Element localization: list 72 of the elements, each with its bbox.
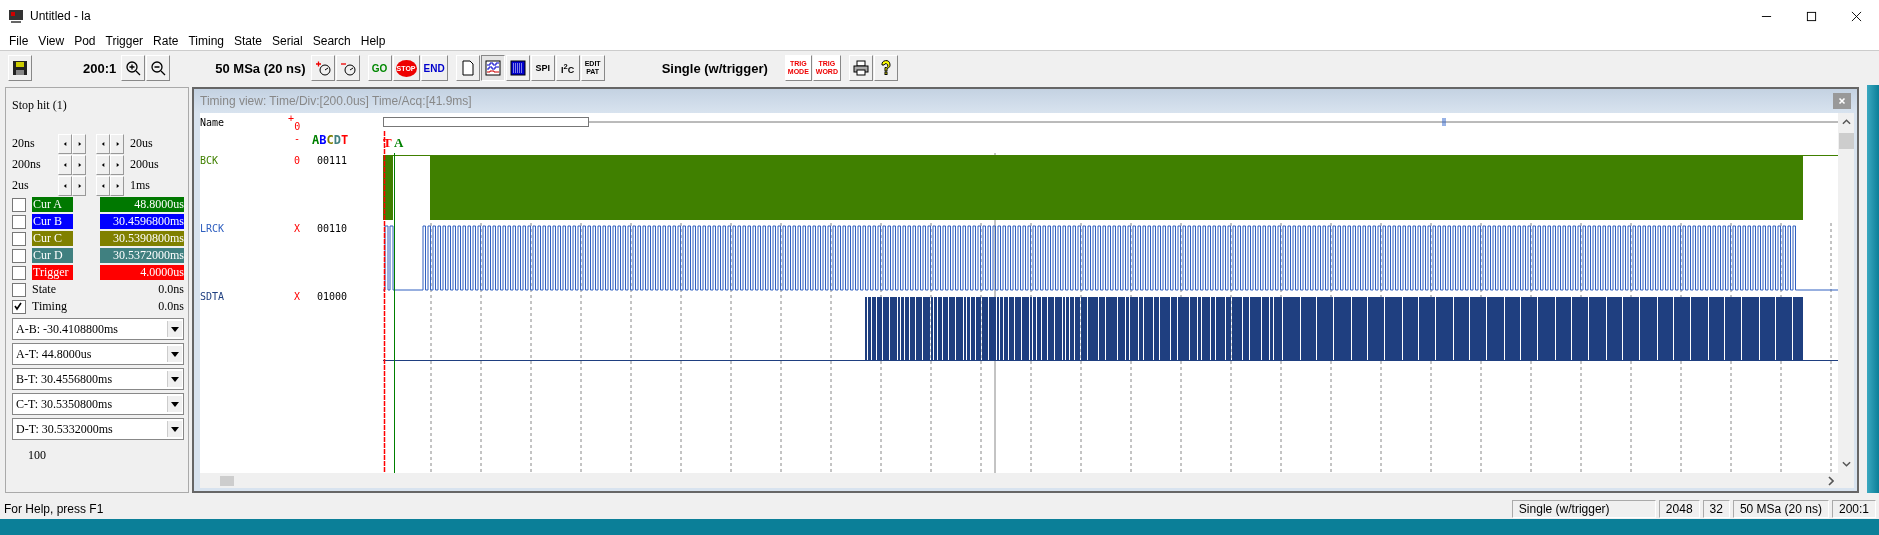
i2c-button[interactable]: I$^{2}$C bbox=[555, 55, 580, 81]
delta-dropdown[interactable]: D-T: 30.5332000ms bbox=[12, 418, 184, 440]
minus-sign: - bbox=[294, 133, 301, 144]
end-button[interactable]: END bbox=[420, 55, 448, 81]
cursor-label: Cur A bbox=[32, 197, 73, 212]
cursor-label: Cur B bbox=[32, 214, 73, 229]
help-hint: For Help, press F1 bbox=[3, 502, 105, 516]
go-button[interactable]: GO bbox=[367, 55, 392, 81]
option-value: 0.0ns bbox=[158, 282, 184, 297]
spi-button[interactable]: SPI bbox=[530, 55, 555, 81]
status-channels: 32 bbox=[1702, 500, 1730, 518]
cursor-marker: T bbox=[383, 135, 392, 150]
name-header: Name bbox=[200, 117, 225, 130]
cursor-letter: D bbox=[333, 133, 341, 147]
cursor-value: 4.0000us bbox=[100, 265, 184, 280]
channel-value: 00110 bbox=[317, 223, 348, 236]
cursor-value: 30.5390800ms bbox=[100, 231, 184, 246]
channel-value: 01000 bbox=[317, 291, 348, 304]
cursor-label: Cur D bbox=[32, 248, 73, 263]
channel-value: 00111 bbox=[317, 155, 348, 168]
menu-item[interactable]: Rate bbox=[148, 34, 184, 48]
menu-item[interactable]: File bbox=[4, 34, 34, 48]
cursor-letter: B bbox=[319, 133, 327, 147]
menu-item[interactable]: Pod bbox=[69, 34, 101, 48]
cursor-letter: T bbox=[340, 133, 349, 147]
cursor-marker: A bbox=[394, 135, 404, 150]
sample-rate: 50 MSa (20 ns) bbox=[215, 60, 306, 76]
option-label: State bbox=[32, 282, 56, 297]
menu-item[interactable]: View bbox=[33, 34, 70, 48]
channel-polarity: X bbox=[294, 291, 302, 304]
delta-dropdown[interactable]: A-T: 44.8000us bbox=[12, 343, 184, 365]
cursor-label: Trigger bbox=[32, 265, 73, 280]
channel-name: LRCK bbox=[200, 223, 226, 236]
menu-item[interactable]: Serial bbox=[267, 34, 308, 48]
channel-name: SDTA bbox=[200, 291, 226, 304]
option-label: Timing bbox=[32, 299, 67, 314]
option-value: 0.0ns bbox=[158, 299, 184, 314]
plus-sign: + bbox=[288, 113, 295, 126]
window-title: Untitled - la bbox=[30, 9, 91, 23]
status-rate: 50 MSa (20 ns) bbox=[1732, 500, 1829, 518]
cursor-value: 48.8000us bbox=[100, 197, 184, 212]
cursor-letter: C bbox=[326, 133, 334, 147]
menu-item[interactable]: Search bbox=[307, 34, 356, 48]
step-label: 200ns bbox=[12, 157, 42, 172]
menu-item[interactable]: Help bbox=[355, 34, 391, 48]
step-label: 20us bbox=[130, 136, 153, 151]
step-label: 200us bbox=[130, 157, 159, 172]
trigger-mode-label: Single (w/trigger) bbox=[661, 60, 768, 76]
channel-polarity: 0 bbox=[294, 155, 302, 168]
view-title: Timing view: Time/Div:[200.0us] Time/Acq:[41.9ms] bbox=[200, 94, 473, 108]
menu-item[interactable]: Timing bbox=[183, 34, 229, 48]
status-ratio: 200:1 bbox=[1831, 500, 1876, 518]
menu-item[interactable]: Trigger bbox=[100, 34, 149, 48]
step-label: 20ns bbox=[12, 136, 36, 151]
channel-name: BCK bbox=[200, 155, 220, 168]
status-text: Stop hit (1) bbox=[12, 98, 68, 113]
cursor-value: 30.4596800ms bbox=[100, 214, 184, 229]
zoom-ratio: 200:1 bbox=[83, 60, 117, 76]
zero-label: 0 bbox=[294, 121, 301, 131]
cursor-label: Cur C bbox=[32, 231, 73, 246]
delta-dropdown[interactable]: B-T: 30.4556800ms bbox=[12, 368, 184, 390]
step-label: 2us bbox=[12, 178, 30, 193]
delta-dropdown[interactable]: C-T: 30.5350800ms bbox=[12, 393, 184, 415]
delta-dropdown[interactable]: A-B: -30.4108800ms bbox=[12, 318, 184, 340]
status-samples: 2048 bbox=[1658, 500, 1700, 518]
step-label: 1ms bbox=[130, 178, 150, 193]
status-mode: Single (w/trigger) bbox=[1511, 500, 1656, 518]
cursor-value: 30.5372000ms bbox=[100, 248, 184, 263]
count-text: 100 bbox=[28, 448, 47, 463]
menu-item[interactable]: State bbox=[229, 34, 268, 48]
cursor-letter: A bbox=[312, 133, 320, 147]
channel-polarity: X bbox=[294, 223, 302, 236]
